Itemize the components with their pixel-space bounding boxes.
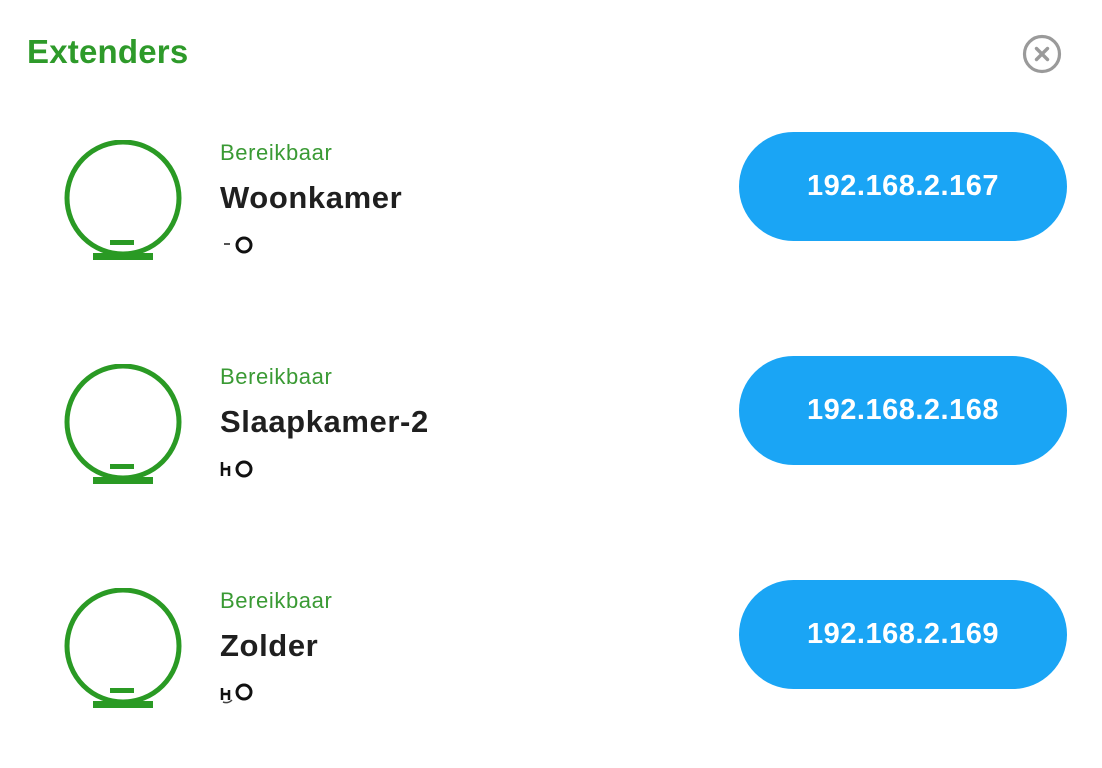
extender-list: Bereikbaar Woonkamer 192.168.2.167 Berei… <box>0 0 1102 757</box>
device-name: Zolder <box>220 628 319 663</box>
connection-status-icon <box>220 232 260 256</box>
extender-row-slaapkamer-2: Bereikbaar Slaapkamer-2 192.168.2.168 <box>0 356 1102 544</box>
device-name: Slaapkamer-2 <box>220 404 429 439</box>
extender-row-woonkamer: Bereikbaar Woonkamer 192.168.2.167 <box>0 132 1102 320</box>
connection-status-icon <box>220 680 260 704</box>
device-name: Woonkamer <box>220 180 403 215</box>
status-label: Bereikbaar <box>220 364 333 389</box>
connection-status-icon <box>220 456 260 480</box>
extender-device-icon <box>60 588 186 714</box>
extender-device-icon <box>60 364 186 490</box>
extender-device-icon <box>60 140 186 266</box>
ip-address-button[interactable]: 192.168.2.167 <box>739 132 1067 241</box>
status-label: Bereikbaar <box>220 588 333 613</box>
ip-address-button[interactable]: 192.168.2.169 <box>739 580 1067 689</box>
extender-row-zolder: Bereikbaar Zolder 192.168.2.169 <box>0 580 1102 768</box>
ip-address-button[interactable]: 192.168.2.168 <box>739 356 1067 465</box>
status-label: Bereikbaar <box>220 140 333 165</box>
